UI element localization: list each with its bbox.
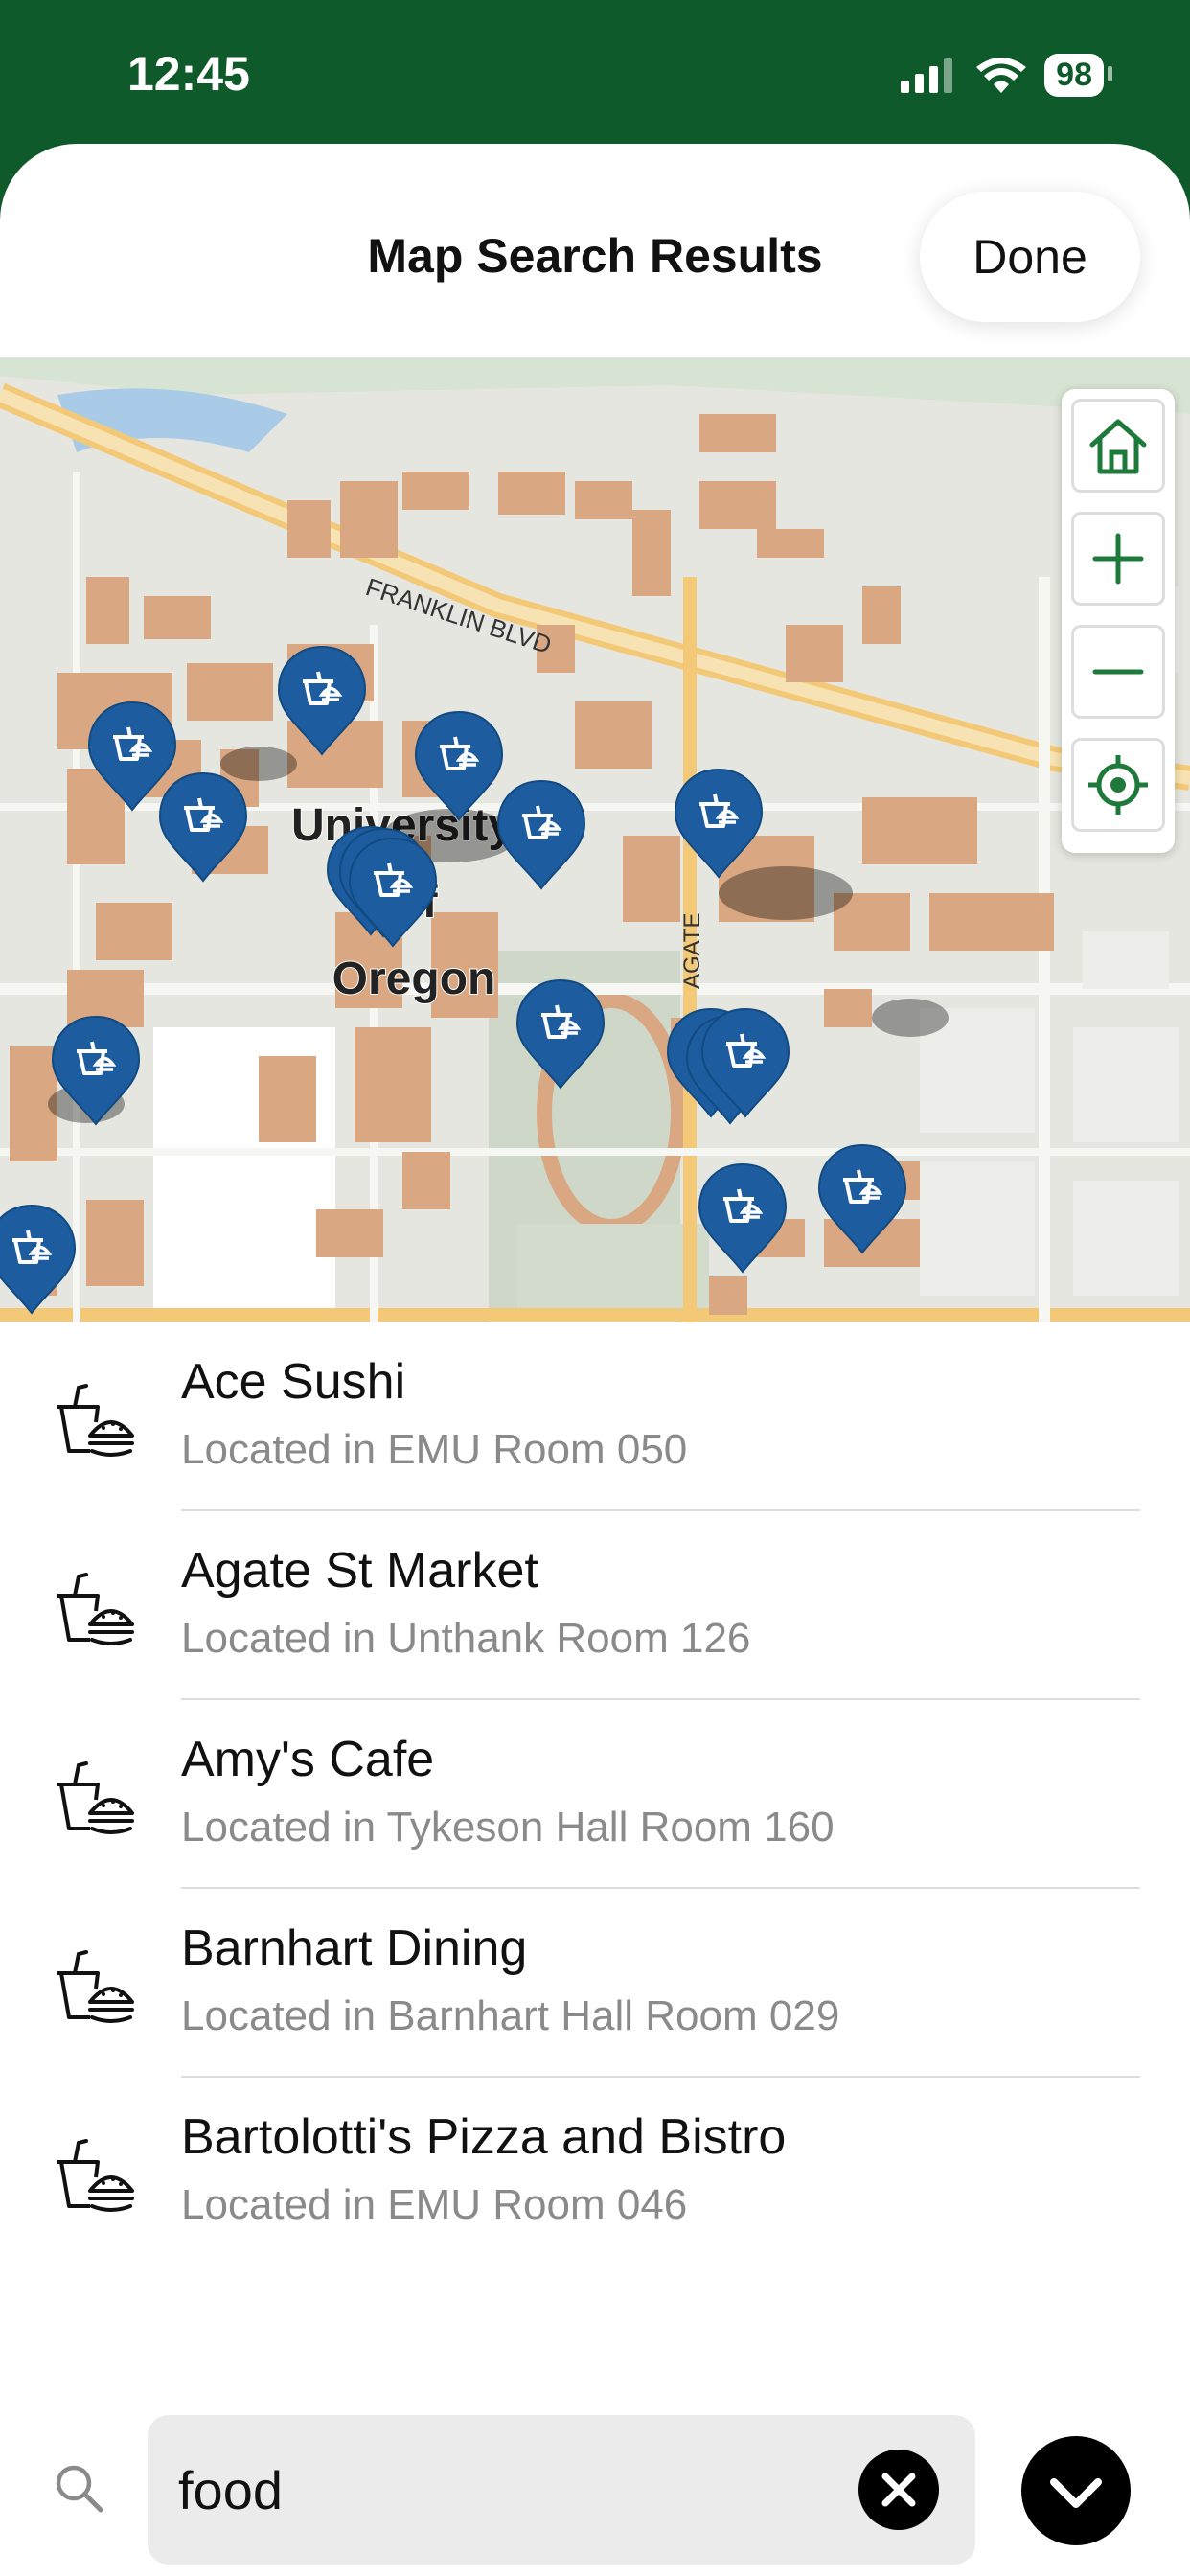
collapse-button[interactable] bbox=[1021, 2436, 1131, 2545]
zoom-in-button[interactable] bbox=[1071, 512, 1165, 606]
result-name: Bartolotti's Pizza and Bistro bbox=[181, 2109, 787, 2165]
status-bar: 12:45 98 bbox=[0, 0, 1190, 144]
result-location: Located in EMU Room 046 bbox=[181, 2181, 688, 2228]
result-location: Located in Unthank Room 126 bbox=[181, 1615, 751, 1662]
search-input[interactable]: food bbox=[148, 2415, 975, 2564]
food-icon bbox=[57, 1573, 134, 1645]
zoom-out-button[interactable] bbox=[1071, 625, 1165, 719]
done-button[interactable]: Done bbox=[920, 192, 1140, 322]
search-bar: food bbox=[0, 2415, 1190, 2568]
home-icon bbox=[1089, 419, 1147, 474]
map-search-sheet: Map Search Results Done FRANKLIN BLVD AG… bbox=[0, 144, 1190, 2576]
result-item[interactable]: Amy's Cafe Located in Tykeson Hall Room … bbox=[0, 1700, 1190, 1889]
food-icon bbox=[57, 1950, 134, 2023]
result-item[interactable]: Agate St Market Located in Unthank Room … bbox=[0, 1511, 1190, 1700]
home-button[interactable] bbox=[1071, 399, 1165, 493]
wifi-icon bbox=[976, 57, 1027, 93]
map-controls bbox=[1062, 389, 1175, 853]
campus-label-line3: Oregon bbox=[332, 954, 496, 1004]
locate-icon bbox=[1088, 755, 1148, 815]
map-canvas[interactable]: FRANKLIN BLVD AGATE University of Oregon bbox=[0, 356, 1190, 1322]
search-input-value: food bbox=[178, 2460, 283, 2520]
result-name: Amy's Cafe bbox=[181, 1732, 435, 1787]
status-time: 12:45 bbox=[127, 47, 250, 101]
campus-map[interactable]: FRANKLIN BLVD AGATE University of Oregon bbox=[0, 356, 1190, 1322]
sheet-header: Map Search Results Done bbox=[0, 144, 1190, 356]
zoom-out-icon bbox=[1092, 669, 1144, 675]
food-icon bbox=[57, 1761, 134, 1834]
result-name: Ace Sushi bbox=[181, 1354, 406, 1410]
street-label-agate: AGATE bbox=[679, 912, 705, 989]
result-location: Located in Barnhart Hall Room 029 bbox=[181, 1992, 840, 2039]
status-icons: 98 bbox=[899, 54, 1112, 97]
result-item[interactable]: Barnhart Dining Located in Barnhart Hall… bbox=[0, 1889, 1190, 2078]
result-item[interactable]: Bartolotti's Pizza and Bistro Located in… bbox=[0, 2078, 1190, 2266]
result-name: Barnhart Dining bbox=[181, 1920, 528, 1976]
locate-button[interactable] bbox=[1071, 738, 1165, 832]
battery-indicator: 98 bbox=[1044, 54, 1112, 97]
food-icon bbox=[57, 2139, 134, 2212]
result-location: Located in EMU Room 050 bbox=[181, 1426, 688, 1473]
result-name: Agate St Market bbox=[181, 1543, 538, 1598]
food-icon bbox=[57, 1384, 134, 1457]
result-location: Located in Tykeson Hall Room 160 bbox=[181, 1804, 835, 1851]
clear-search-button[interactable] bbox=[858, 2450, 939, 2530]
signal-icon bbox=[901, 58, 953, 93]
result-item[interactable]: Ace Sushi Located in EMU Room 050 bbox=[0, 1322, 1190, 1511]
zoom-in-icon bbox=[1092, 533, 1144, 585]
search-icon bbox=[56, 2465, 103, 2513]
